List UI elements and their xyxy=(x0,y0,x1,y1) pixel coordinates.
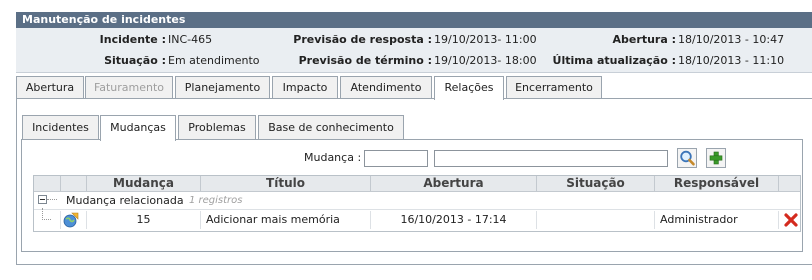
subtab-mudancas[interactable]: Mudanças xyxy=(100,115,176,141)
add-mudanca-button[interactable] xyxy=(706,148,726,168)
cell-abertura: 16/10/2013 - 17:14 xyxy=(370,211,536,229)
previsao-resposta-label: Previsão de resposta : xyxy=(293,33,432,46)
collapse-group-toggle[interactable] xyxy=(38,195,47,204)
tree-branch xyxy=(42,208,51,220)
tab-encerramento[interactable]: Encerramento xyxy=(506,76,602,98)
magnifier-icon xyxy=(680,150,695,166)
header-situacao[interactable]: Situação xyxy=(536,176,654,191)
situacao-label: Situação : xyxy=(104,54,166,67)
plus-icon xyxy=(709,151,723,165)
group-count: 1 registros xyxy=(189,195,243,206)
abertura-label: Abertura : xyxy=(612,33,676,46)
previsao-termino-value: 19/10/2013- 18:00 xyxy=(434,54,537,67)
incidente-value: INC-465 xyxy=(168,33,213,46)
delete-button[interactable] xyxy=(778,211,800,229)
cell-mudanca: 15 xyxy=(86,211,200,229)
subtab-incidentes[interactable]: Incidentes xyxy=(22,115,99,139)
tab-impacto[interactable]: Impacto xyxy=(272,76,338,98)
cell-situacao xyxy=(536,211,654,229)
header-titulo[interactable]: Título xyxy=(200,176,370,191)
tab-atendimento[interactable]: Atendimento xyxy=(340,76,432,98)
previsao-resposta-value: 19/10/2013- 11:00 xyxy=(434,33,537,46)
header-actions-col xyxy=(778,176,800,191)
subtab-problemas[interactable]: Problemas xyxy=(178,115,256,139)
mudanca-code-input[interactable] xyxy=(364,150,428,167)
change-globe-icon xyxy=(63,212,79,228)
group-label: Mudança relacionada xyxy=(66,194,184,207)
window-title: Manutenção de incidentes xyxy=(16,12,812,28)
cell-titulo: Adicionar mais memória xyxy=(200,211,370,229)
ultima-atualizacao-label: Última atualização : xyxy=(552,54,676,67)
tab-planejamento[interactable]: Planejamento xyxy=(175,76,270,98)
tab-relacoes[interactable]: Relações xyxy=(434,76,504,100)
abertura-value: 18/10/2013 - 10:47 xyxy=(678,33,785,46)
tab-faturamento: Faturamento xyxy=(85,76,173,98)
tree-connector xyxy=(47,199,57,200)
search-button[interactable] xyxy=(677,148,697,168)
header-icon-col xyxy=(60,176,86,191)
mudanca-search-label: Mudança : xyxy=(304,151,362,164)
ultima-atualizacao-value: 18/10/2013 - 11:10 xyxy=(678,54,785,67)
previsao-termino-label: Previsão de término : xyxy=(298,54,432,67)
tab-abertura[interactable]: Abertura xyxy=(16,76,84,98)
minus-icon xyxy=(40,199,45,200)
cell-responsavel: Administrador xyxy=(654,211,778,229)
header-expand-col xyxy=(34,176,60,191)
delete-x-icon xyxy=(784,213,798,227)
header-mudanca[interactable]: Mudança xyxy=(86,176,200,191)
header-responsavel[interactable]: Responsável xyxy=(654,176,778,191)
subtab-base-conhecimento[interactable]: Base de conhecimento xyxy=(258,115,404,139)
situacao-value: Em atendimento xyxy=(168,54,260,67)
header-abertura[interactable]: Abertura xyxy=(370,176,536,191)
mudanca-title-input[interactable] xyxy=(434,150,668,167)
incidente-label: Incidente : xyxy=(99,33,166,46)
row-icon-cell xyxy=(60,211,86,229)
